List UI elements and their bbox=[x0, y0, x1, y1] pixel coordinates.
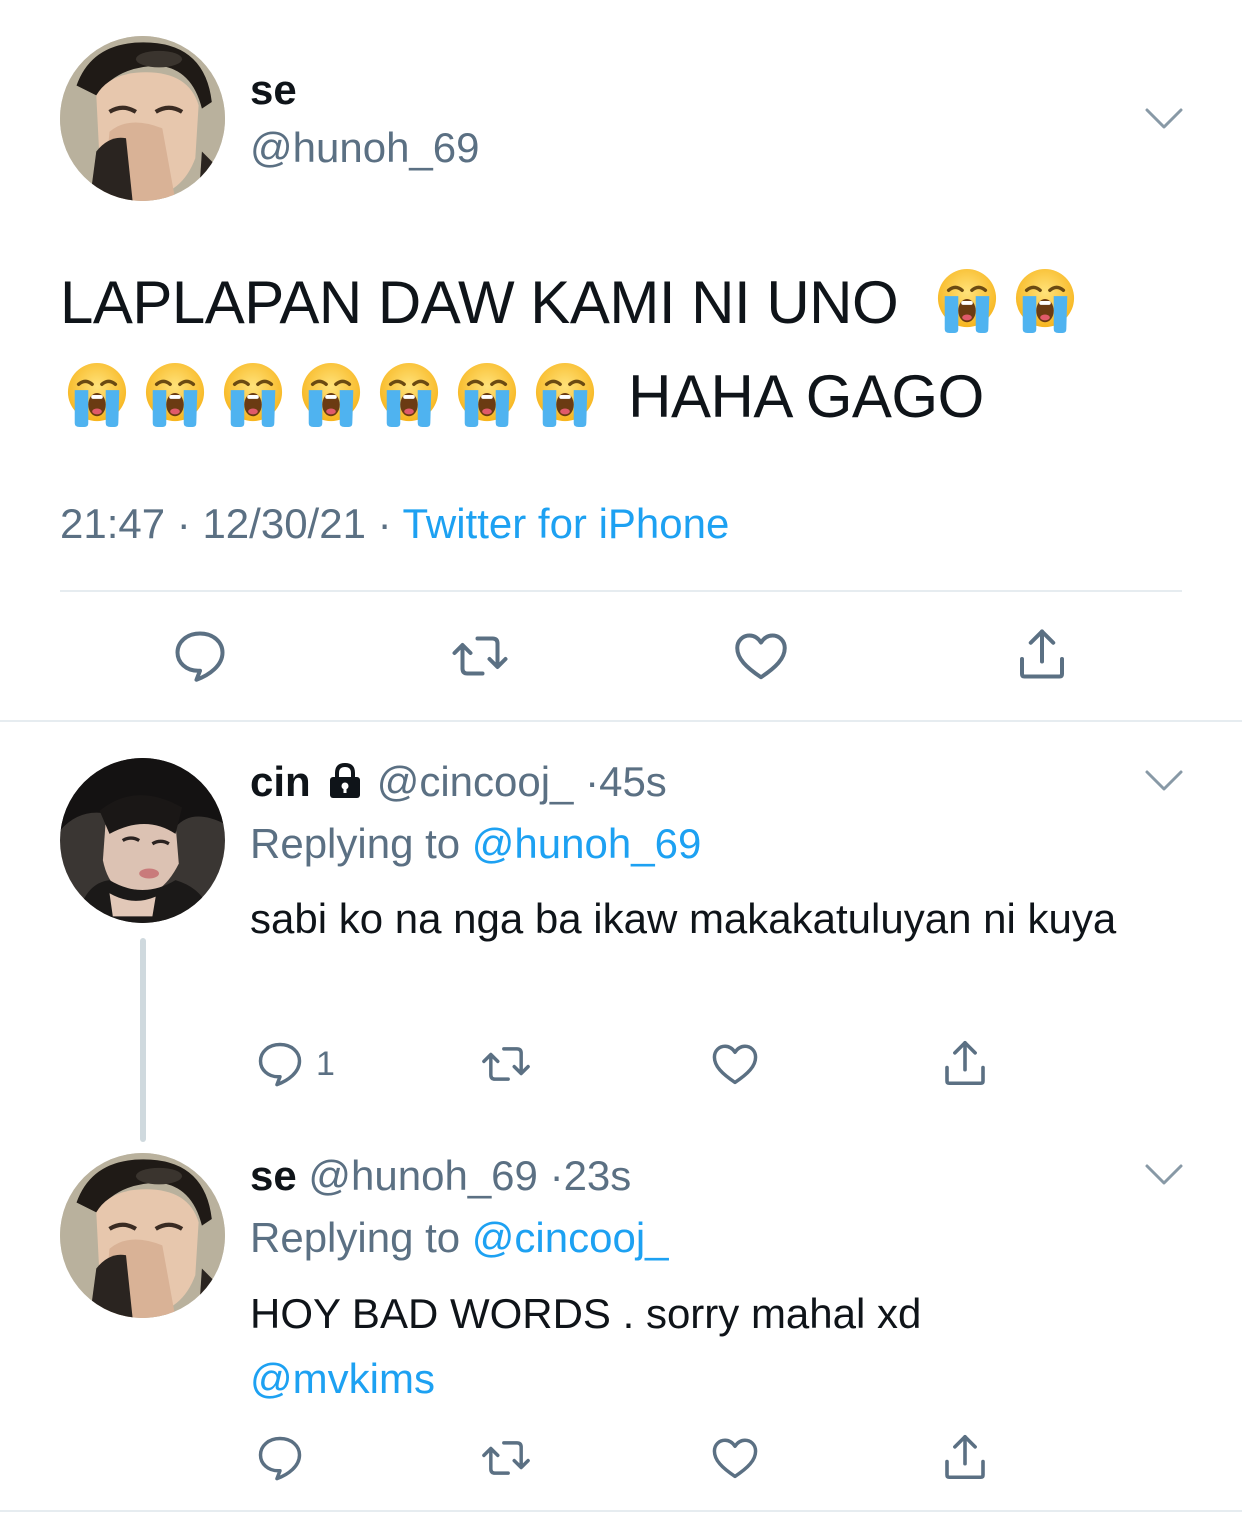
tweet-text: LAPLAPAN DAW KAMI NI UNO HAHA GAGO bbox=[60, 256, 1190, 444]
author-handle[interactable]: @cincooj_ bbox=[377, 758, 574, 805]
tweet-text-line2: HAHA GAGO bbox=[628, 363, 984, 430]
reply-button[interactable] bbox=[254, 1432, 306, 1484]
tweet-text-line1: LAPLAPAN DAW KAMI NI UNO bbox=[60, 269, 899, 336]
avatar-image bbox=[60, 36, 225, 201]
like-button[interactable] bbox=[731, 626, 791, 686]
tweet-source-link[interactable]: Twitter for iPhone bbox=[403, 500, 730, 547]
chevron-down-icon[interactable] bbox=[1144, 106, 1184, 132]
replying-to-mention[interactable]: @hunoh_69 bbox=[472, 820, 702, 867]
divider bbox=[60, 590, 1182, 592]
tweet-time[interactable]: 21:47 bbox=[60, 500, 165, 547]
replying-to-label: Replying to bbox=[250, 1214, 461, 1261]
retweet-button[interactable] bbox=[478, 1038, 534, 1090]
reply-button[interactable]: 1 bbox=[254, 1038, 335, 1090]
meta-separator: · bbox=[377, 500, 392, 547]
reply-header: se @hunoh_69 ·23s bbox=[250, 1152, 631, 1200]
author-handle[interactable]: @hunoh_69 bbox=[250, 124, 480, 172]
replying-to: Replying to @hunoh_69 bbox=[250, 820, 701, 868]
reply-text-body: HOY BAD WORDS . sorry mahal xd bbox=[250, 1290, 922, 1337]
avatar-image bbox=[60, 758, 225, 923]
heart-icon bbox=[708, 1038, 762, 1090]
like-button[interactable] bbox=[708, 1432, 762, 1484]
share-icon bbox=[938, 1036, 992, 1090]
heart-icon bbox=[708, 1432, 762, 1484]
meta-separator: · bbox=[176, 500, 191, 547]
reply-time[interactable]: 23s bbox=[564, 1152, 632, 1199]
loudly-crying-face-icon bbox=[1014, 267, 1076, 333]
avatar-image bbox=[60, 1153, 225, 1318]
reply-time[interactable]: 45s bbox=[599, 758, 667, 805]
loudly-crying-face-icon bbox=[534, 361, 596, 427]
reply-count: 1 bbox=[316, 1044, 335, 1083]
divider bbox=[0, 1510, 1242, 1512]
meta-separator: · bbox=[549, 1152, 564, 1199]
author-handle[interactable]: @hunoh_69 bbox=[308, 1152, 538, 1199]
loudly-crying-face-icon bbox=[456, 361, 518, 427]
loudly-crying-face-icon bbox=[144, 361, 206, 427]
tweet-meta: 21:47 · 12/30/21 · Twitter for iPhone bbox=[60, 500, 729, 548]
loudly-crying-face-icon bbox=[936, 267, 998, 333]
meta-separator: · bbox=[585, 758, 600, 805]
replying-to: Replying to @cincooj_ bbox=[250, 1214, 669, 1262]
reply-icon bbox=[254, 1432, 306, 1484]
author-name[interactable]: se bbox=[250, 66, 297, 114]
chevron-down-icon[interactable] bbox=[1144, 1162, 1184, 1188]
reply-icon bbox=[170, 626, 230, 686]
share-button[interactable] bbox=[1012, 624, 1072, 684]
share-icon bbox=[1012, 624, 1072, 684]
heart-icon bbox=[731, 626, 791, 686]
mention-link[interactable]: @mvkims bbox=[250, 1355, 435, 1402]
avatar[interactable] bbox=[60, 758, 225, 923]
reply-text: HOY BAD WORDS . sorry mahal xd @mvkims bbox=[250, 1281, 1150, 1411]
chevron-down-icon[interactable] bbox=[1144, 768, 1184, 794]
retweet-icon bbox=[478, 1432, 534, 1484]
replying-to-label: Replying to bbox=[250, 820, 461, 867]
loudly-crying-face-icon bbox=[66, 361, 128, 427]
share-icon bbox=[938, 1430, 992, 1484]
loudly-crying-face-icon bbox=[378, 361, 440, 427]
avatar[interactable] bbox=[60, 36, 225, 201]
retweet-icon bbox=[449, 626, 511, 686]
retweet-icon bbox=[478, 1038, 534, 1090]
reply-button[interactable] bbox=[170, 626, 230, 686]
reply-header: cin @cincooj_ ·45s bbox=[250, 758, 667, 806]
divider bbox=[0, 720, 1242, 722]
reply-icon bbox=[254, 1038, 306, 1090]
thread-connector bbox=[140, 938, 146, 1142]
share-button[interactable] bbox=[938, 1036, 992, 1090]
reply-text: sabi ko na nga ba ikaw makakatuluyan ni … bbox=[250, 895, 1117, 942]
lock-icon bbox=[325, 760, 365, 800]
author-name[interactable]: se bbox=[250, 1152, 297, 1199]
like-button[interactable] bbox=[708, 1038, 762, 1090]
avatar[interactable] bbox=[60, 1153, 225, 1318]
loudly-crying-face-icon bbox=[300, 361, 362, 427]
loudly-crying-face-icon bbox=[222, 361, 284, 427]
retweet-button[interactable] bbox=[478, 1432, 534, 1484]
author-name[interactable]: cin bbox=[250, 758, 311, 805]
share-button[interactable] bbox=[938, 1430, 992, 1484]
retweet-button[interactable] bbox=[449, 626, 511, 686]
replying-to-mention[interactable]: @cincooj_ bbox=[472, 1214, 669, 1261]
tweet-date[interactable]: 12/30/21 bbox=[202, 500, 366, 547]
